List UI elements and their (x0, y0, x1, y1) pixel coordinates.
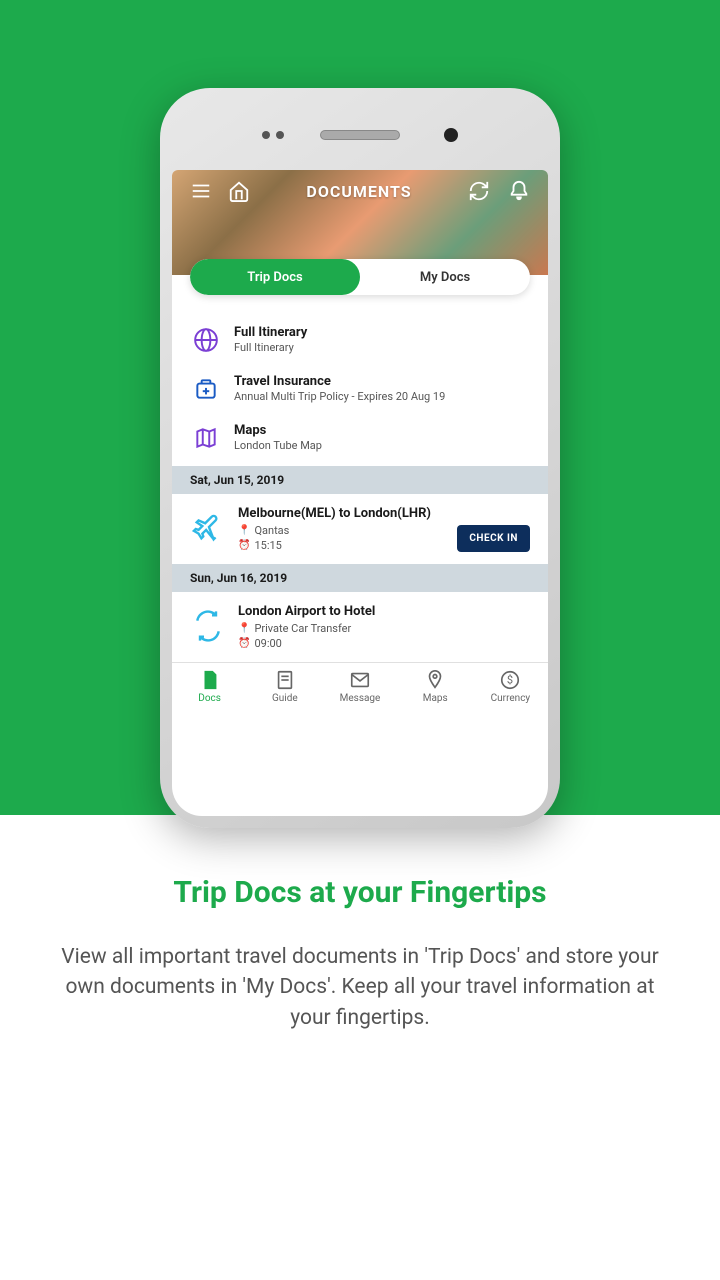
phone-hardware-top (172, 100, 548, 170)
trip-time: 15:15 (254, 539, 281, 552)
documents-list: Full Itinerary Full Itinerary Travel Ins… (172, 311, 548, 466)
list-item[interactable]: Full Itinerary Full Itinerary (172, 315, 548, 364)
tab-segmented-control: Trip Docs My Docs (172, 259, 548, 295)
checkin-button[interactable]: CHECK IN (457, 525, 530, 552)
clock-icon: ⏰ (238, 540, 250, 551)
doc-subtitle: London Tube Map (234, 439, 528, 452)
message-icon (348, 669, 372, 691)
transfer-icon (192, 610, 224, 642)
svg-text:$: $ (507, 674, 513, 687)
page-title: DOCUMENTS (306, 182, 411, 201)
doc-title: Maps (234, 423, 528, 438)
trip-item[interactable]: London Airport to Hotel 📍 Private Car Tra… (172, 592, 548, 662)
plane-icon (192, 512, 224, 544)
nav-docs[interactable]: Docs (172, 663, 247, 706)
list-item[interactable]: Travel Insurance Annual Multi Trip Polic… (172, 364, 548, 413)
guide-icon (273, 669, 297, 691)
promo-text: View all important travel documents in '… (50, 942, 670, 1033)
currency-icon: $ (498, 669, 522, 691)
trip-item[interactable]: Melbourne(MEL) to London(LHR) 📍 Qantas ⏰ 1… (172, 494, 548, 564)
nav-maps[interactable]: Maps (398, 663, 473, 706)
nav-currency[interactable]: $ Currency (473, 663, 548, 706)
tab-trip-docs[interactable]: Trip Docs (190, 259, 360, 295)
hero-section: DOCUMENTS Trip Docs My Docs (0, 0, 720, 815)
promo-title: Trip Docs at your Fingertips (50, 875, 670, 910)
pin-icon: 📍 (238, 623, 250, 634)
maps-icon (423, 669, 447, 691)
globe-icon (192, 326, 220, 354)
trip-provider: Private Car Transfer (254, 622, 351, 635)
menu-icon[interactable] (190, 180, 212, 202)
promo-section: Trip Docs at your Fingertips View all im… (0, 815, 720, 1093)
nav-guide[interactable]: Guide (247, 663, 322, 706)
trip-provider: Qantas (254, 524, 289, 537)
trip-title: London Airport to Hotel (238, 604, 528, 619)
trip-title: Melbourne(MEL) to London(LHR) (238, 506, 528, 521)
doc-title: Full Itinerary (234, 325, 528, 340)
clock-icon: ⏰ (238, 638, 250, 649)
doc-subtitle: Annual Multi Trip Policy - Expires 20 Au… (234, 390, 528, 403)
medical-icon (192, 375, 220, 403)
nav-message[interactable]: Message (322, 663, 397, 706)
trip-time: 09:00 (254, 637, 281, 650)
date-header: Sat, Jun 15, 2019 (172, 466, 548, 494)
doc-title: Travel Insurance (234, 374, 528, 389)
tab-my-docs[interactable]: My Docs (360, 259, 530, 295)
phone-screen: DOCUMENTS Trip Docs My Docs (172, 170, 548, 816)
phone-mockup: DOCUMENTS Trip Docs My Docs (160, 88, 560, 828)
bottom-nav: Docs Guide Message Maps $ Currency (172, 662, 548, 706)
doc-subtitle: Full Itinerary (234, 341, 528, 354)
pin-icon: 📍 (238, 525, 250, 536)
refresh-icon[interactable] (468, 180, 490, 202)
bell-icon[interactable] (508, 180, 530, 202)
home-icon[interactable] (228, 180, 250, 202)
docs-icon (198, 669, 222, 691)
list-item[interactable]: Maps London Tube Map (172, 413, 548, 462)
map-icon (192, 424, 220, 452)
date-header: Sun, Jun 16, 2019 (172, 564, 548, 592)
